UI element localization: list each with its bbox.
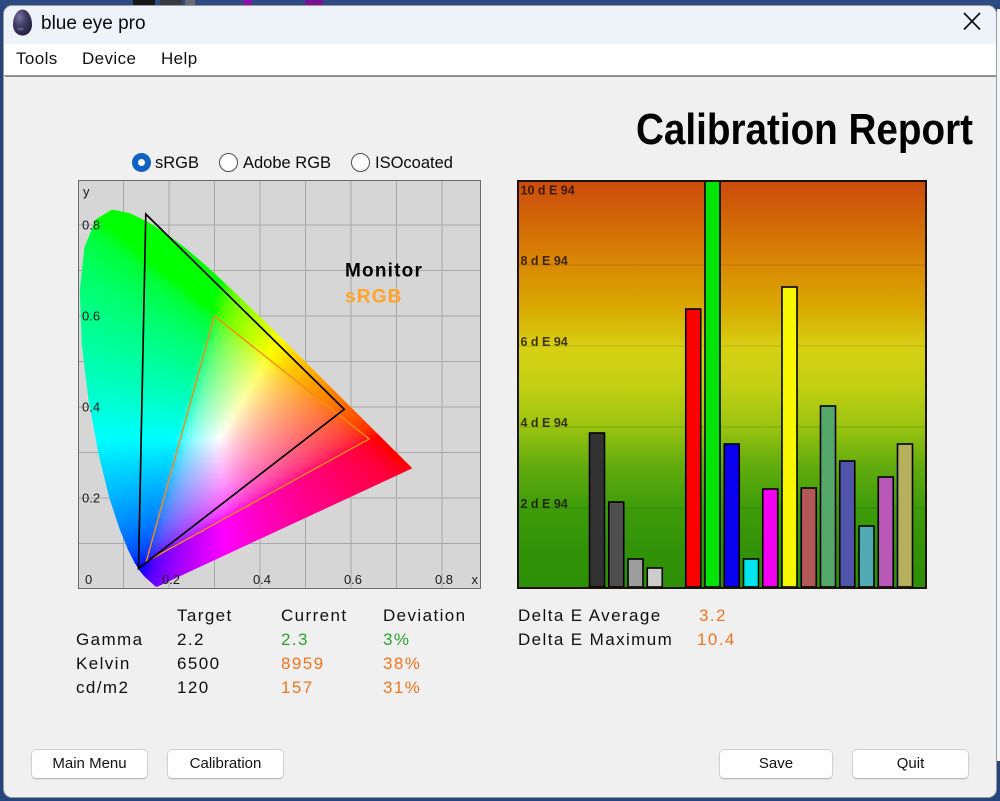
- svg-text:x: x: [472, 572, 479, 587]
- svg-text:0.4: 0.4: [253, 572, 271, 587]
- svg-text:2 d E 94: 2 d E 94: [521, 497, 568, 511]
- svg-text:0.4: 0.4: [82, 400, 100, 415]
- svg-text:4 d E 94: 4 d E 94: [521, 416, 568, 430]
- svg-text:0: 0: [85, 572, 92, 587]
- svg-text:0.8: 0.8: [82, 218, 100, 233]
- svg-text:6 d E 94: 6 d E 94: [521, 335, 568, 349]
- svg-text:0.6: 0.6: [344, 572, 362, 587]
- svg-text:sRGB: sRGB: [345, 287, 403, 308]
- svg-text:0.6: 0.6: [82, 309, 100, 324]
- svg-text:0.8: 0.8: [435, 572, 453, 587]
- svg-text:8 d E 94: 8 d E 94: [521, 254, 568, 268]
- svg-text:0.2: 0.2: [82, 491, 100, 506]
- svg-text:y: y: [83, 184, 90, 199]
- svg-text:Monitor: Monitor: [345, 261, 423, 282]
- svg-text:10 d E 94: 10 d E 94: [521, 184, 575, 198]
- svg-text:0.2: 0.2: [162, 572, 180, 587]
